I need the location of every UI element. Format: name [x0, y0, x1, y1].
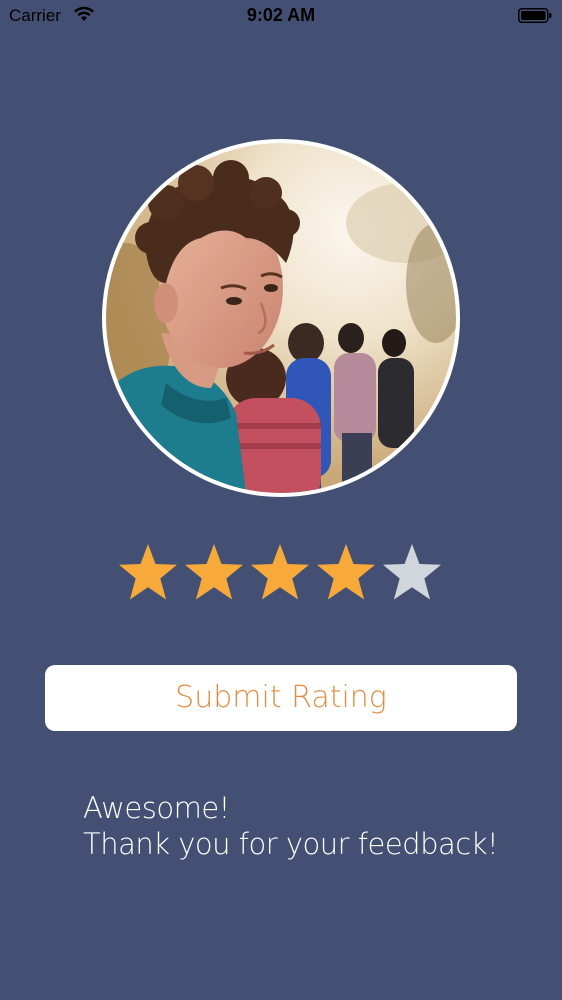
submit-rating-button[interactable]: Submit Rating [45, 665, 517, 731]
star-5-icon[interactable] [379, 541, 445, 607]
feedback-title: Awesome! [83, 791, 230, 825]
profile-photo [106, 143, 456, 493]
star-2-icon[interactable] [181, 541, 247, 607]
star-rating [115, 541, 445, 607]
star-3-icon[interactable] [247, 541, 313, 607]
profile-avatar [102, 139, 460, 497]
feedback-subtitle: Thank you for your feedback! [83, 827, 499, 861]
star-4-icon[interactable] [313, 541, 379, 607]
clock-time: 9:02 AM [246, 5, 316, 25]
battery-icon [518, 8, 552, 23]
star-1-icon[interactable] [115, 541, 181, 607]
feedback-message: Awesome! Thank you for your feedback! [83, 790, 499, 862]
status-bar: Carrier 9:02 AM [0, 0, 562, 32]
